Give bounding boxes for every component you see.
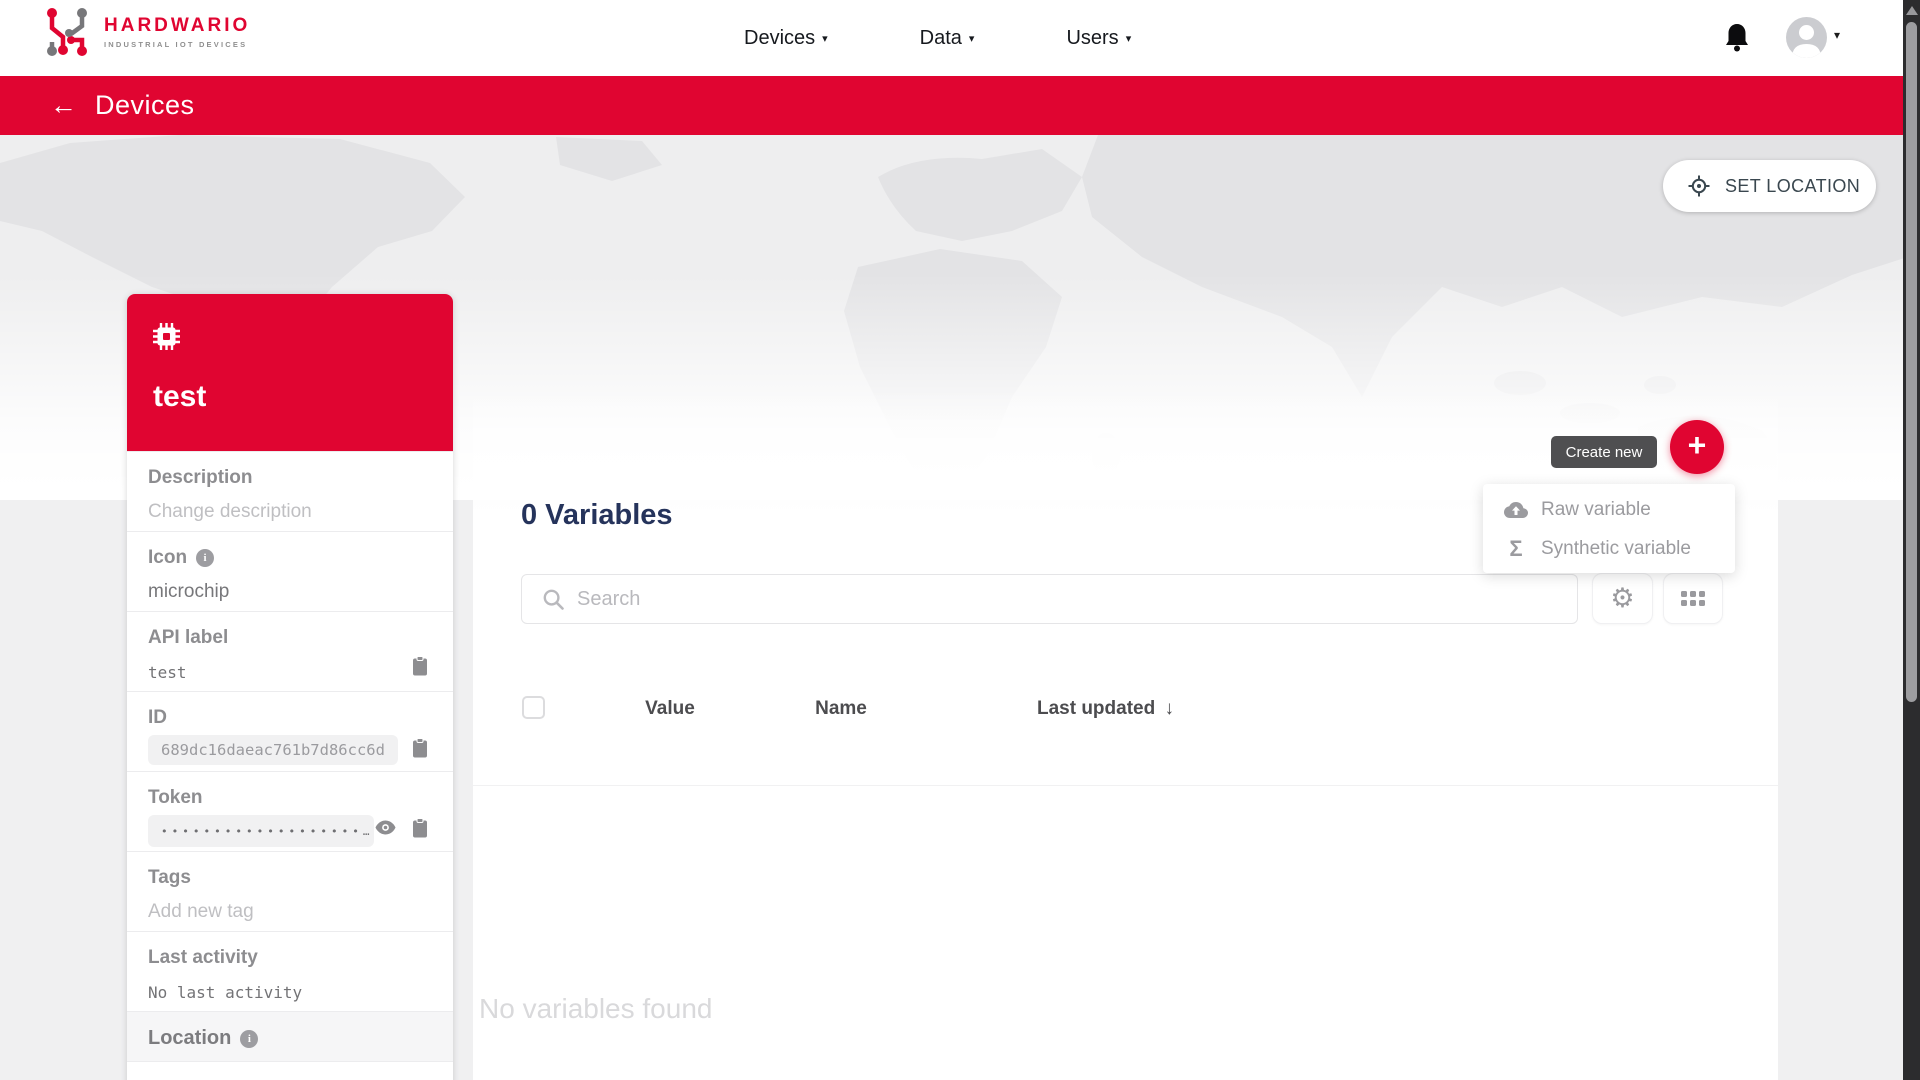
device-row-api-label: API label test — [127, 611, 453, 691]
view-grid-button[interactable] — [1663, 573, 1723, 624]
info-icon[interactable]: i — [240, 1030, 258, 1048]
id-label: ID — [148, 707, 427, 729]
last-activity-value: No last activity — [148, 983, 427, 1002]
copy-clipboard-icon[interactable] — [412, 818, 428, 838]
user-avatar[interactable] — [1786, 17, 1827, 58]
chevron-down-icon: ▾ — [822, 32, 828, 45]
table-header-divider — [473, 785, 1778, 786]
column-header-last-updated[interactable]: Last updated ↓ — [1013, 698, 1198, 720]
cloud-upload-icon — [1504, 501, 1528, 519]
hardwario-cloud-app: HARDWARIO INDUSTRIAL IOT DEVICES Devices… — [0, 0, 1920, 1080]
notifications-bell-icon[interactable] — [1724, 22, 1750, 52]
variables-count-heading: 0 Variables — [521, 499, 673, 532]
copy-clipboard-icon[interactable] — [412, 738, 428, 758]
search-input[interactable] — [577, 588, 1477, 611]
menu-item-raw-variable[interactable]: Raw variable — [1483, 490, 1735, 529]
search-icon — [543, 589, 564, 610]
device-row-token: Token •••••••••••••••••••… — [127, 771, 453, 851]
variables-search — [521, 574, 1578, 624]
select-all-checkbox[interactable] — [522, 696, 545, 719]
device-name: test — [148, 380, 453, 414]
nav-item-users-label: Users — [1066, 27, 1118, 49]
device-row-icon: Icon i microchip — [127, 531, 453, 611]
top-navbar: HARDWARIO INDUSTRIAL IOT DEVICES Devices… — [0, 0, 1920, 76]
tags-label: Tags — [148, 867, 427, 889]
device-id-value: 689dc16daeac761b7d86cc6d — [148, 735, 398, 765]
device-row-tags: Tags Add new tag — [127, 851, 453, 931]
scrollbar-up-arrow[interactable] — [1906, 6, 1918, 15]
change-description-link[interactable]: Change description — [148, 501, 427, 523]
create-variable-menu: Raw variable Σ Synthetic variable — [1483, 484, 1735, 573]
location-label: Location i — [148, 1027, 427, 1050]
sort-descending-icon: ↓ — [1165, 698, 1175, 719]
plus-icon: + — [1688, 427, 1707, 464]
token-hidden-value: •••••••••••••••••••… — [148, 815, 374, 847]
last-updated-label: Last updated — [1037, 698, 1155, 719]
crosshair-location-icon — [1688, 175, 1710, 197]
device-row-description: Description Change description — [127, 451, 453, 531]
create-new-tooltip: Create new — [1551, 436, 1657, 468]
nav-item-devices-label: Devices — [744, 27, 815, 49]
page-scrollbar[interactable] — [1903, 0, 1920, 1080]
column-header-value[interactable]: Value — [600, 698, 740, 720]
page-header-bar: ← Devices — [0, 76, 1920, 135]
brand-tagline: INDUSTRIAL IOT DEVICES — [104, 40, 250, 49]
empty-state-message: No variables found — [479, 993, 712, 1025]
add-new-tag-link[interactable]: Add new tag — [148, 901, 427, 923]
token-label: Token — [148, 787, 427, 809]
icon-value[interactable]: microchip — [148, 581, 427, 603]
raw-variable-label: Raw variable — [1541, 499, 1651, 521]
device-card-header: test — [127, 294, 453, 451]
person-icon — [1786, 17, 1827, 58]
hardwario-logo[interactable]: HARDWARIO INDUSTRIAL IOT DEVICES — [44, 6, 250, 58]
brand-text: HARDWARIO INDUSTRIAL IOT DEVICES — [104, 15, 250, 49]
nav-item-users[interactable]: Users ▾ — [1066, 27, 1131, 50]
api-label-label: API label — [148, 627, 427, 649]
show-token-eye-icon[interactable] — [375, 820, 396, 835]
device-card-next-row — [127, 1061, 453, 1080]
table-settings-button[interactable]: ⚙ — [1592, 573, 1653, 624]
brand-name: HARDWARIO — [104, 15, 250, 37]
page-title: Devices — [95, 90, 195, 121]
device-row-last-activity: Last activity No last activity — [127, 931, 453, 1011]
set-location-button[interactable]: SET LOCATION — [1663, 160, 1876, 212]
chevron-down-icon: ▾ — [1126, 32, 1132, 45]
create-variable-fab-button[interactable]: + — [1670, 420, 1724, 474]
device-row-id: ID 689dc16daeac761b7d86cc6d — [127, 691, 453, 771]
device-row-location: Location i — [127, 1011, 453, 1061]
nav-item-devices[interactable]: Devices ▾ — [744, 27, 828, 50]
chevron-down-icon: ▾ — [969, 32, 975, 45]
icon-label: Icon i — [148, 547, 427, 569]
location-label-text: Location — [148, 1027, 231, 1050]
microchip-icon — [153, 323, 180, 350]
synthetic-variable-label: Synthetic variable — [1541, 538, 1691, 560]
nav-item-data[interactable]: Data ▾ — [920, 27, 975, 50]
menu-item-synthetic-variable[interactable]: Σ Synthetic variable — [1483, 529, 1735, 568]
api-label-value: test — [148, 663, 427, 682]
column-header-name[interactable]: Name — [771, 698, 911, 720]
scrollbar-thumb[interactable] — [1906, 22, 1917, 702]
sigma-icon: Σ — [1504, 536, 1528, 562]
set-location-label: SET LOCATION — [1725, 176, 1860, 197]
back-arrow-icon[interactable]: ← — [50, 92, 77, 119]
copy-clipboard-icon[interactable] — [412, 656, 428, 676]
gear-icon: ⚙ — [1610, 585, 1634, 612]
hardwario-logo-icon — [44, 6, 90, 58]
info-icon[interactable]: i — [196, 549, 214, 567]
description-label: Description — [148, 467, 427, 489]
grid-dots-icon — [1681, 591, 1705, 606]
main-nav: Devices ▾ Data ▾ Users ▾ — [744, 0, 1131, 76]
avatar-caret-icon[interactable]: ▾ — [1834, 28, 1840, 42]
icon-label-text: Icon — [148, 547, 187, 569]
device-detail-card: test Description Change description Icon… — [127, 294, 453, 1080]
last-activity-label: Last activity — [148, 947, 427, 969]
nav-item-data-label: Data — [920, 27, 962, 49]
